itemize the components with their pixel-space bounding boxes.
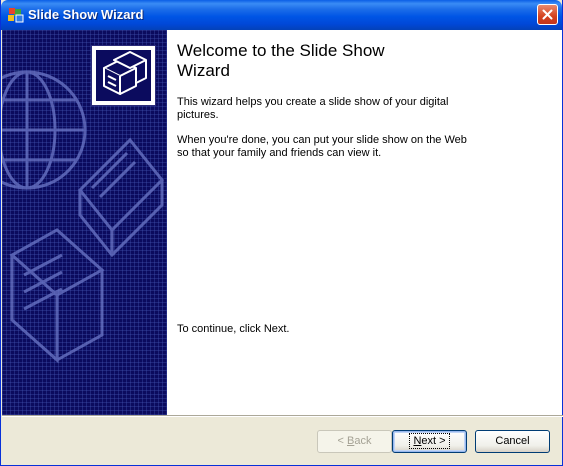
publish-text-line2: so that your family and friends can view… <box>177 147 382 159</box>
continue-instruction: To continue, click Next. <box>177 323 290 335</box>
wizard-side-banner <box>2 30 167 415</box>
back-button-prefix: < <box>337 435 347 447</box>
back-button[interactable]: < Back <box>317 430 392 453</box>
title-bar[interactable]: Slide Show Wizard <box>1 0 562 30</box>
publish-text-line1: When you're done, you can put your slide… <box>177 134 467 146</box>
camera-stack-icon <box>103 51 147 95</box>
close-button[interactable] <box>537 4 558 25</box>
page-title-line1: Welcome to the Slide Show <box>177 41 385 60</box>
next-button-label: Next > <box>409 433 450 449</box>
page-title: Welcome to the Slide Show Wizard <box>177 41 547 81</box>
next-button[interactable]: Next > <box>392 430 467 453</box>
wizard-content: Welcome to the Slide Show Wizard This wi… <box>167 30 562 415</box>
banner-logo <box>91 45 156 106</box>
cancel-button[interactable]: Cancel <box>475 430 550 453</box>
button-bar-separator <box>2 415 563 417</box>
next-button-rest: ext > <box>421 435 446 447</box>
wizard-window: Slide Show Wizard Welcome to the Slide S… <box>0 0 563 466</box>
intro-text-line1: This wizard helps you create a slide sho… <box>177 96 449 108</box>
slideshow-wizard-icon <box>8 8 24 23</box>
intro-text-line2: pictures. <box>177 109 219 121</box>
close-icon <box>542 9 553 20</box>
publish-text: When you're done, you can put your slide… <box>177 134 477 160</box>
page-title-line2: Wizard <box>177 61 230 80</box>
back-button-rest: ack <box>354 435 372 447</box>
intro-text: This wizard helps you create a slide sho… <box>177 96 477 122</box>
window-title: Slide Show Wizard <box>28 7 144 22</box>
